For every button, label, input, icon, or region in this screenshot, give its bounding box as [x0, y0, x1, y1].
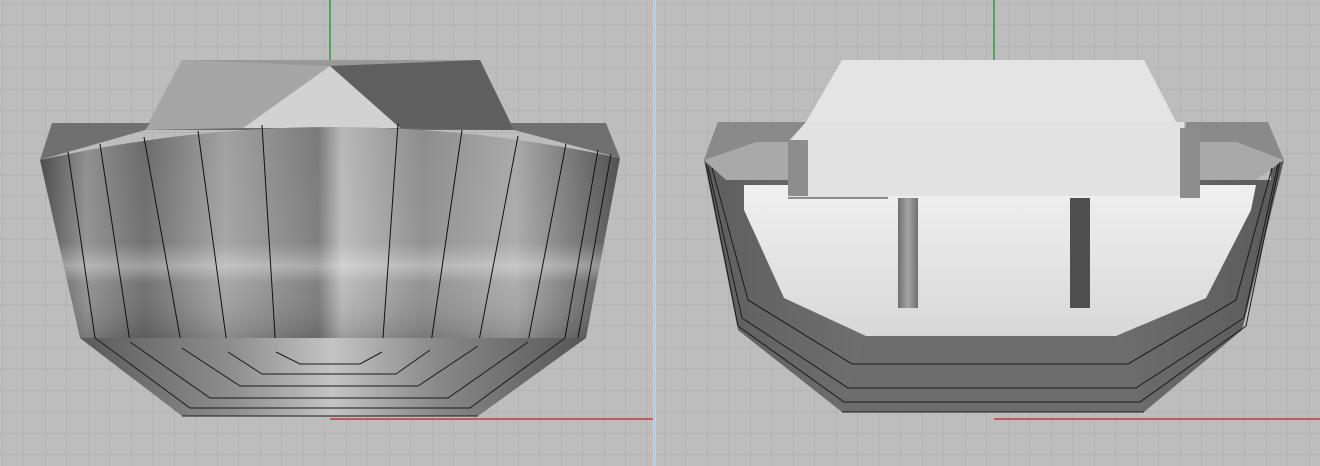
section-rib-right: [1070, 198, 1090, 308]
section-post-left: [788, 140, 808, 196]
section-post-right: [1180, 128, 1200, 198]
viewport-right-section[interactable]: [656, 0, 1320, 466]
model-band-highlight: [40, 126, 620, 338]
viewport-right-canvas[interactable]: [656, 0, 1320, 466]
section-rib-left: [898, 198, 918, 308]
viewport-left-shaded[interactable]: [0, 0, 653, 466]
section-bottom-face: [842, 336, 1144, 412]
viewport-left-canvas[interactable]: [0, 0, 653, 466]
workspace: [0, 0, 1320, 466]
section-top-plate: [806, 60, 1176, 122]
